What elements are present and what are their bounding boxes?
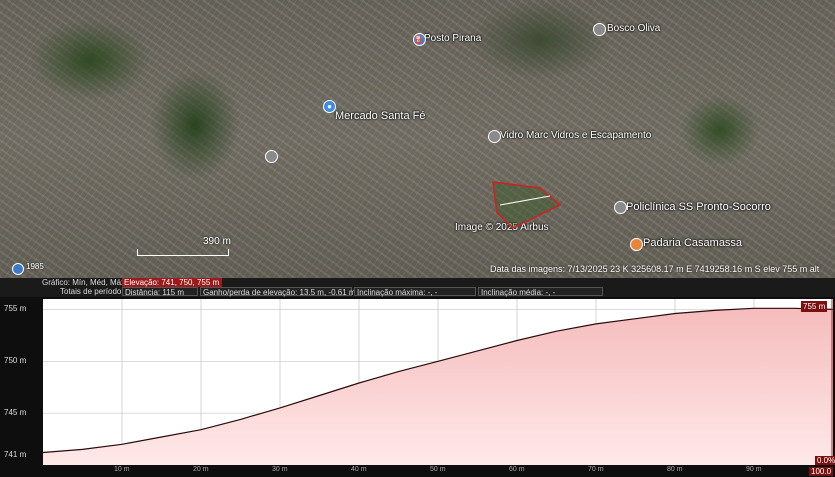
x-tick-label: 60 m (509, 466, 525, 473)
max-elevation-badge: 755 m (801, 301, 828, 312)
header-row-totals: Totais de período: Distância: 115 m Ganh… (0, 287, 835, 297)
x-tick-label: 90 m (746, 466, 762, 473)
elevation-chart[interactable] (0, 297, 835, 477)
y-tick-label: 741 m (4, 449, 27, 459)
x-tick-label: 50 m (430, 466, 446, 473)
status-bar: Data das imagens: 7/13/2025 23 K 325608.… (490, 264, 820, 274)
elevation-profile-header: Gráfico: Mín, Méd, Máx Elevação: 741, 75… (0, 278, 835, 297)
header-row-graph: Gráfico: Mín, Méd, Máx Elevação: 741, 75… (0, 278, 835, 287)
gain-loss-field[interactable]: Ganho/perda de elevação: 13.5 m, -0.61 m (200, 287, 356, 297)
year-label[interactable]: 1985 (26, 262, 44, 271)
scale-label: 390 m (203, 236, 231, 247)
x-tick-label: 20 m (193, 466, 209, 473)
distance-field[interactable]: Distância: 115 m (122, 287, 198, 297)
path-overlay (492, 181, 562, 229)
slope-percent-badge: 0.0% (815, 456, 835, 465)
elevation-summary[interactable]: Elevação: 741, 750, 755 m (122, 278, 222, 287)
x-tick-label: 70 m (588, 466, 604, 473)
max-slope-field[interactable]: Inclinação máxima: -, - (354, 287, 476, 297)
y-tick-label: 750 m (4, 356, 27, 366)
y-tick-label: 745 m (4, 408, 27, 418)
x-tick-label: 10 m (114, 466, 130, 473)
avg-slope-field[interactable]: Inclinação média: -, - (478, 287, 603, 297)
x-tick-label: 40 m (351, 466, 367, 473)
distance-end-badge: 100.0 (809, 467, 834, 476)
x-tick-label: 30 m (272, 466, 288, 473)
elevation-chart-svg[interactable] (0, 297, 835, 477)
totals-label: Totais de período: (60, 287, 124, 296)
lot-polygon[interactable] (492, 181, 562, 229)
y-tick-label: 755 m (4, 304, 27, 314)
satellite-map[interactable]: Posto Pirana ⛽ Bosco Oliva Mercado Santa… (0, 0, 835, 278)
x-tick-label: 80 m (667, 466, 683, 473)
scale-bar (137, 249, 229, 256)
graph-label: Gráfico: Mín, Méd, Máx (42, 278, 126, 287)
globe-icon[interactable] (12, 263, 24, 275)
